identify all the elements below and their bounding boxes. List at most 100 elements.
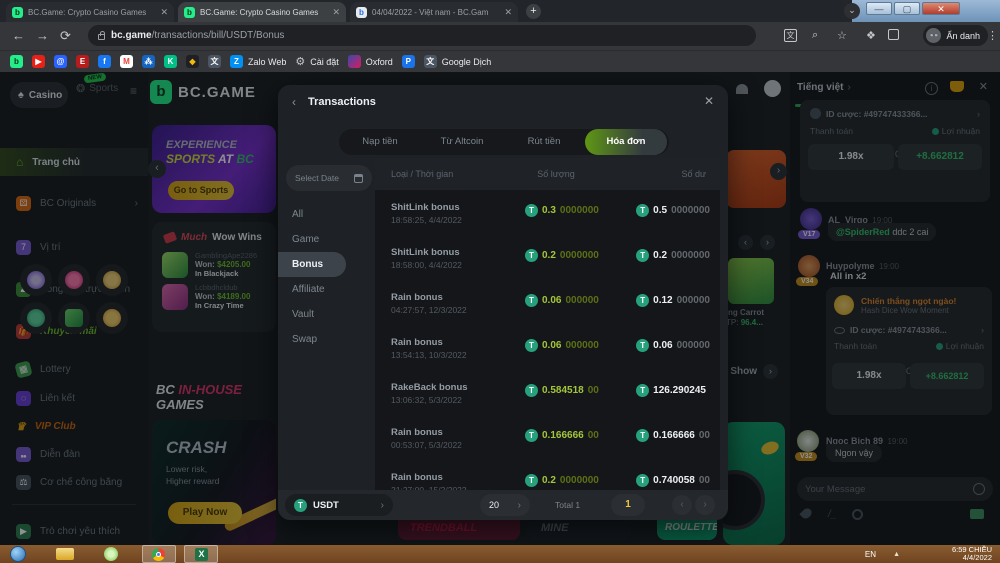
browser-tab-1[interactable]: b BC.Game: Crypto Casino Games ✕ <box>6 2 174 22</box>
page-prev-icon[interactable]: ‹ <box>672 495 692 515</box>
table-row[interactable]: Rain bonus 04:27:57, 12/3/2022 T0.060000… <box>375 286 720 331</box>
filter-bonus-active[interactable]: Bonus <box>278 252 346 277</box>
filter-all[interactable]: All <box>278 202 303 227</box>
window-maximize-button[interactable]: ▢ <box>894 2 920 15</box>
modal-title: Transactions <box>308 96 376 108</box>
bookmark-star-icon[interactable]: ☆ <box>837 29 847 42</box>
tab-bill-active[interactable]: Hóa đơn <box>585 129 667 155</box>
browser-tab-3[interactable]: b 04/04/2022 - Việt nam - BC.Gam ✕ <box>350 2 518 22</box>
padlock-icon[interactable] <box>98 34 105 40</box>
url-path: /transactions/bill/USDT/Bonus <box>152 30 285 41</box>
incognito-profile-chip[interactable]: 👓 Ẩn danh <box>923 25 988 46</box>
bookmark-youtube-icon[interactable]: ▶ <box>32 55 45 68</box>
tab-title: BC.Game: Crypto Casino Games <box>28 8 155 17</box>
bookmark-gmail-icon[interactable]: M <box>120 55 133 68</box>
bookmark-mail-icon[interactable]: @ <box>54 55 67 68</box>
bcgame-favicon: b <box>12 7 23 18</box>
chrome-icon-center <box>156 552 161 557</box>
usdt-coin-icon: T <box>636 384 649 397</box>
windows-taskbar: X EN ▲ 6:59 CHIỀU 4/4/2022 <box>0 545 1000 563</box>
bookmark-share-icon[interactable]: ⁂ <box>142 55 155 68</box>
bookmark-p-icon[interactable]: P <box>402 55 415 68</box>
tab-title: BC.Game: Crypto Casino Games <box>200 8 327 17</box>
tray-expand-icon[interactable]: ▲ <box>893 551 900 558</box>
excel-icon: X <box>195 548 208 561</box>
page-next-icon[interactable]: › <box>695 495 715 515</box>
tab-search-chevron-icon[interactable]: ⌄ <box>844 3 860 19</box>
filter-vault[interactable]: Vault <box>278 302 314 327</box>
page-favicon: b <box>356 7 367 18</box>
tab-from-altcoin[interactable]: Từ Altcoin <box>421 129 503 155</box>
tab-withdraw[interactable]: Rút tiền <box>503 129 585 155</box>
clock-date: 4/4/2022 <box>963 553 992 562</box>
currency-selector[interactable]: T USDT › <box>285 494 393 516</box>
filter-swap[interactable]: Swap <box>278 327 317 352</box>
usdt-coin-icon: T <box>525 294 538 307</box>
chrome-taskbar-button-active[interactable] <box>142 545 176 563</box>
back-icon[interactable]: ← <box>12 28 25 43</box>
modal-close-icon[interactable]: ✕ <box>704 94 714 108</box>
bookmark-gtranslate-icon[interactable]: 文 <box>424 55 437 68</box>
table-row[interactable]: Rain bonus 21:27:00, 15/2/2022 T0.200000… <box>375 466 720 490</box>
bookmark-zalo-icon[interactable]: Z <box>230 55 243 68</box>
browser-tab-strip: — ▢ ✕ ⌄ b BC.Game: Crypto Casino Games ✕… <box>0 0 1000 22</box>
bookmark-oxford-icon[interactable] <box>348 55 361 68</box>
translate-icon[interactable]: 文 <box>784 29 797 42</box>
total-count: Total 1 <box>555 500 580 510</box>
forward-icon[interactable]: → <box>36 28 49 43</box>
bookmark-zalo-label[interactable]: Zalo Web <box>248 57 286 67</box>
usdt-coin-icon: T <box>636 204 649 217</box>
url-host: bc.game <box>111 30 152 41</box>
usdt-coin-icon: T <box>294 499 307 512</box>
extensions-puzzle-icon[interactable]: ❖ <box>866 29 876 42</box>
page-size-selector[interactable]: 20 › <box>480 494 530 516</box>
bookmark-k-icon[interactable]: K <box>164 55 177 68</box>
address-bar[interactable]: bc.game/transactions/bill/USDT/Bonus <box>88 25 756 46</box>
bookmark-facebook-icon[interactable]: f <box>98 55 111 68</box>
excel-taskbar-button-active[interactable]: X <box>184 545 218 563</box>
search-icon[interactable]: ⌕ <box>812 29 818 42</box>
start-button[interactable] <box>10 546 26 562</box>
table-row[interactable]: RakeBack bonus 13:06:32, 5/3/2022 T0.584… <box>375 376 720 421</box>
window-close-button[interactable]: ✕ <box>922 2 960 15</box>
currency-label: USDT <box>313 500 339 511</box>
usdt-coin-icon: T <box>636 474 649 487</box>
window-minimize-button[interactable]: — <box>866 2 892 15</box>
menu-dots-icon[interactable]: ⋮ <box>987 29 998 42</box>
tab-close-icon[interactable]: ✕ <box>504 7 512 18</box>
usdt-coin-icon: T <box>525 429 538 442</box>
table-row[interactable]: Rain bonus 13:54:13, 10/3/2022 T0.060000… <box>375 331 720 376</box>
reload-icon[interactable]: ⟳ <box>60 28 71 44</box>
clock[interactable]: 6:59 CHIỀU 4/4/2022 <box>952 546 992 562</box>
browser-tab-2-active[interactable]: b BC.Game: Crypto Casino Games ✕ <box>178 2 346 22</box>
usdt-coin-icon: T <box>525 204 538 217</box>
transaction-tabs: Nạp tiền Từ Altcoin Rút tiền Hóa đơn <box>339 129 669 155</box>
language-indicator[interactable]: EN <box>865 550 876 559</box>
bookmark-e-icon[interactable]: E <box>76 55 89 68</box>
app-green-taskbar-icon[interactable] <box>104 547 118 561</box>
filter-affiliate[interactable]: Affiliate <box>278 277 325 302</box>
bookmark-oxford-label[interactable]: Oxford <box>366 57 393 67</box>
new-tab-button[interactable]: + <box>526 4 541 19</box>
select-date-button[interactable]: Select Date <box>286 165 372 191</box>
bookmark-translate-icon[interactable]: 文 <box>208 55 221 68</box>
bookmark-gear-icon[interactable]: ⚙ <box>295 55 305 68</box>
filter-game[interactable]: Game <box>278 227 319 252</box>
tab-close-icon[interactable]: ✕ <box>160 7 168 18</box>
current-page[interactable]: 1 <box>611 494 645 516</box>
bookmark-settings-label[interactable]: Cài đặt <box>310 57 339 67</box>
table-row[interactable]: ShitLink bonus 18:58:25, 4/4/2022 T0.300… <box>375 196 720 241</box>
calendar-icon <box>354 174 363 183</box>
bookmark-binance-icon[interactable]: ◆ <box>186 55 199 68</box>
usdt-coin-icon: T <box>636 294 649 307</box>
table-row[interactable]: ShitLink bonus 18:58:00, 4/4/2022 T0.200… <box>375 241 720 286</box>
bookmark-translate-label[interactable]: Google Dịch <box>442 57 492 67</box>
usdt-coin-icon: T <box>525 474 538 487</box>
explorer-taskbar-icon[interactable] <box>56 548 74 560</box>
side-panel-icon[interactable] <box>888 29 899 40</box>
table-row[interactable]: Rain bonus 00:53:07, 5/3/2022 T0.1666660… <box>375 421 720 466</box>
bookmark-bcgame-icon[interactable]: b <box>10 55 23 68</box>
tab-close-icon[interactable]: ✕ <box>332 7 340 18</box>
back-chevron-icon[interactable]: ‹ <box>292 95 296 109</box>
tab-deposit[interactable]: Nạp tiền <box>339 129 421 155</box>
